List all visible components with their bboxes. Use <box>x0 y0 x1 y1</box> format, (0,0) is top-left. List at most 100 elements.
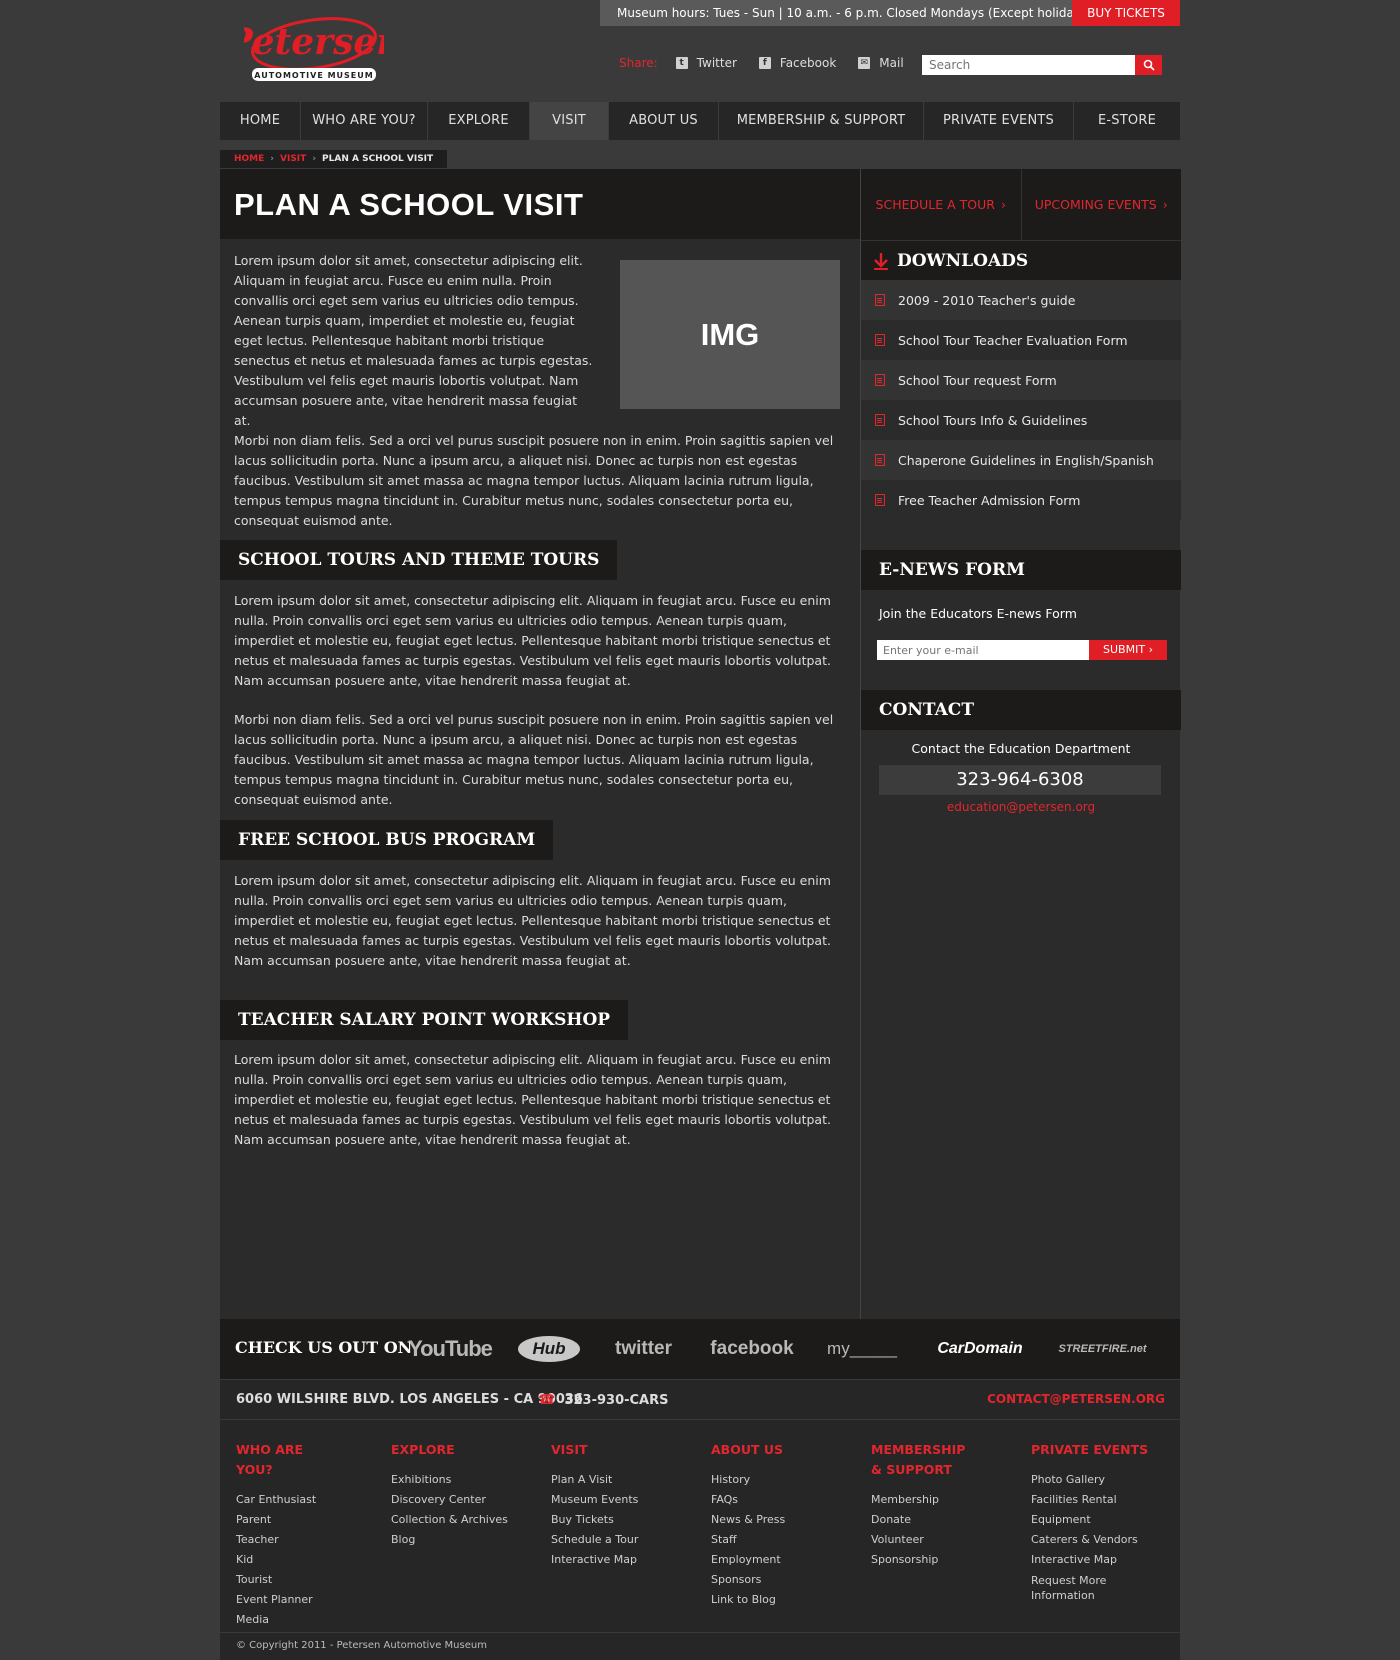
enews-submit-button[interactable]: SUBMIT › <box>1089 640 1167 660</box>
buy-tickets-button[interactable]: BUY TICKETS <box>1072 0 1180 26</box>
footer-link[interactable]: Equipment <box>1031 1510 1171 1530</box>
footer-col-title[interactable]: ABOUT US <box>711 1440 806 1460</box>
footer-link[interactable]: Kid <box>236 1550 331 1570</box>
title-bar: PLAN A SCHOOL VISIT <box>220 169 860 239</box>
search-input[interactable] <box>922 55 1135 75</box>
footer-col-title[interactable]: PRIVATE EVENTS <box>1031 1440 1171 1460</box>
petersen-logo[interactable]: Petersen AUTOMOTIVE MUSEUM <box>225 10 402 84</box>
footer-link[interactable]: Media <box>236 1610 331 1630</box>
download-item[interactable]: School Tour Teacher Evaluation Form <box>861 320 1181 360</box>
street-address: 6060 WILSHIRE BLVD. LOS ANGELES - CA 900… <box>236 1392 583 1407</box>
share-twitter[interactable]: t Twitter <box>675 56 737 70</box>
nav-about-us[interactable]: ABOUT US <box>609 102 719 140</box>
document-icon <box>875 494 885 506</box>
footer-link[interactable]: FAQs <box>711 1490 806 1510</box>
footer-link[interactable]: Parent <box>236 1510 331 1530</box>
upcoming-events-link[interactable]: UPCOMING EVENTS › <box>1022 169 1182 240</box>
facebook-icon: f <box>758 57 771 69</box>
footer: WHO ARE YOU? Car Enthusiast Parent Teach… <box>220 1420 1180 1632</box>
breadcrumb-visit[interactable]: VISIT <box>280 150 306 168</box>
footer-col-title[interactable]: WHO ARE YOU? <box>236 1440 331 1480</box>
footer-link[interactable]: Request More Information <box>1031 1570 1131 1603</box>
footer-link[interactable]: Sponsors <box>711 1570 806 1590</box>
youtube-logo[interactable]: YouTube <box>408 1333 493 1365</box>
enews-submit-label: SUBMIT <box>1103 643 1146 656</box>
footer-col-title[interactable]: VISIT <box>551 1440 646 1460</box>
upcoming-events-label: UPCOMING EVENTS <box>1034 197 1157 212</box>
page-title: PLAN A SCHOOL VISIT <box>234 187 584 222</box>
footer-link[interactable]: Volunteer <box>871 1530 966 1550</box>
footer-col-title[interactable]: EXPLORE <box>391 1440 486 1460</box>
hub-logo[interactable]: Hub <box>518 1333 580 1365</box>
download-item[interactable]: School Tours Info & Guidelines <box>861 400 1181 440</box>
footer-link[interactable]: Sponsorship <box>871 1550 966 1570</box>
nav-visit[interactable]: VISIT <box>530 102 609 140</box>
main-nav: HOME WHO ARE YOU? EXPLORE VISIT ABOUT US… <box>220 102 1180 140</box>
breadcrumb-home[interactable]: HOME <box>234 150 264 168</box>
download-item[interactable]: School Tour request Form <box>861 360 1181 400</box>
nav-private-events[interactable]: PRIVATE EVENTS <box>924 102 1074 140</box>
download-item[interactable]: Free Teacher Admission Form <box>861 480 1181 520</box>
phone-label: 323-930-CARS <box>564 1392 669 1408</box>
contact-header: CONTACT <box>861 690 1181 730</box>
enews-header: E-NEWS FORM <box>861 550 1181 590</box>
footer-link[interactable]: Donate <box>871 1510 966 1530</box>
footer-link[interactable]: Staff <box>711 1530 806 1550</box>
section-heading-teacher-workshop: TEACHER SALARY POINT WORKSHOP <box>220 1000 629 1040</box>
footer-link[interactable]: Collection & Archives <box>391 1510 508 1530</box>
enews-email-input[interactable] <box>877 640 1089 660</box>
nav-e-store[interactable]: E-STORE <box>1074 102 1180 140</box>
contact-email-link[interactable]: education@petersen.org <box>861 800 1181 814</box>
footer-link[interactable]: Discovery Center <box>391 1490 508 1510</box>
nav-home[interactable]: HOME <box>220 102 301 140</box>
downloads-header: DOWNLOADS <box>861 240 1181 280</box>
footer-link[interactable]: Interactive Map <box>1031 1550 1171 1570</box>
contact-subtitle: Contact the Education Department <box>911 741 1131 756</box>
intro-paragraph-2: Morbi non diam felis. Sed a orci vel pur… <box>234 433 834 528</box>
footer-link[interactable]: Schedule a Tour <box>551 1530 646 1550</box>
nav-explore[interactable]: EXPLORE <box>428 102 530 140</box>
footer-link[interactable]: Plan A Visit <box>551 1470 646 1490</box>
footer-link[interactable]: Museum Events <box>551 1490 646 1510</box>
document-icon <box>875 334 885 346</box>
footer-link[interactable]: Exhibitions <box>391 1470 508 1490</box>
share-mail[interactable]: ✉ Mail <box>858 56 904 70</box>
footer-link[interactable]: Membership <box>871 1490 966 1510</box>
footer-link[interactable]: Teacher <box>236 1530 331 1550</box>
download-item[interactable]: Chaperone Guidelines in English/Spanish <box>861 440 1181 480</box>
footer-link[interactable]: Interactive Map <box>551 1550 646 1570</box>
search-button[interactable] <box>1135 55 1162 75</box>
footer-col-title[interactable]: MEMBERSHIP & SUPPORT <box>871 1440 966 1480</box>
footer-link[interactable]: Caterers & Vendors <box>1031 1530 1171 1550</box>
facebook-logo[interactable]: facebook <box>710 1333 793 1365</box>
share-label: Share: <box>619 56 658 70</box>
footer-link[interactable]: Tourist <box>236 1570 331 1590</box>
footer-link[interactable]: Facilities Rental <box>1031 1490 1171 1510</box>
main-content: PLAN A SCHOOL VISIT Lorem ipsum dolor si… <box>220 169 860 1319</box>
cardomain-logo[interactable]: CarDomain <box>935 1333 1025 1365</box>
footer-link[interactable]: News & Press <box>711 1510 806 1530</box>
footer-link[interactable]: Event Planner <box>236 1590 331 1610</box>
document-icon <box>875 454 885 466</box>
chevron-right-icon: › <box>1148 643 1153 656</box>
footer-link[interactable]: Link to Blog <box>711 1590 806 1610</box>
footer-link[interactable]: History <box>711 1470 806 1490</box>
share-bar: Share: t Twitter f Facebook ✉ Mail <box>619 56 926 70</box>
nav-who-are-you[interactable]: WHO ARE YOU? <box>301 102 428 140</box>
twitter-logo[interactable]: twitter <box>606 1333 681 1365</box>
nav-membership-support[interactable]: MEMBERSHIP & SUPPORT <box>719 102 924 140</box>
footer-link[interactable]: Photo Gallery <box>1031 1470 1171 1490</box>
streetfire-logo[interactable]: STREETFIRE.net <box>1050 1333 1155 1365</box>
myspace-logo[interactable]: my_____ <box>820 1333 904 1365</box>
address-strip: 6060 WILSHIRE BLVD. LOS ANGELES - CA 900… <box>220 1380 1180 1420</box>
breadcrumb-current: PLAN A SCHOOL VISIT <box>322 154 434 164</box>
share-facebook[interactable]: f Facebook <box>758 56 836 70</box>
footer-link[interactable]: Car Enthusiast <box>236 1490 331 1510</box>
footer-link[interactable]: Blog <box>391 1530 508 1550</box>
schedule-tour-link[interactable]: SCHEDULE A TOUR › <box>861 169 1022 240</box>
download-item[interactable]: 2009 - 2010 Teacher's guide <box>861 280 1181 320</box>
footer-link[interactable]: Buy Tickets <box>551 1510 646 1530</box>
contact-email-footer[interactable]: CONTACT@PETERSEN.ORG <box>987 1392 1165 1406</box>
footer-link[interactable]: Employment <box>711 1550 806 1570</box>
phone-icon: ☎ <box>538 1392 556 1408</box>
